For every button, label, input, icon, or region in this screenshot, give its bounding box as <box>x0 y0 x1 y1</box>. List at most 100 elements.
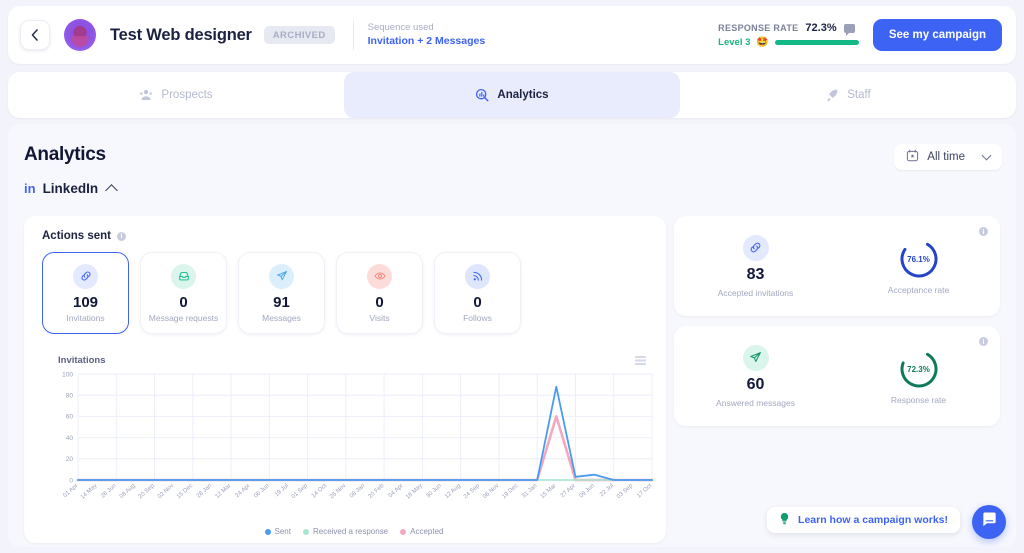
answered-messages-metric: 60 Answered messages <box>674 344 837 408</box>
tile-message-requests-label: Message requests <box>148 312 219 323</box>
legend-item[interactable]: Accepted <box>400 527 443 536</box>
legend-label: Sent <box>274 527 291 536</box>
chevron-left-icon <box>30 29 40 41</box>
response-rate-metric: 72.3% Response rate <box>837 347 1000 405</box>
linkedin-label: LinkedIn <box>42 181 99 196</box>
date-range-filter[interactable]: All time <box>894 144 1002 170</box>
tile-visits[interactable]: 0 Visits <box>336 252 423 334</box>
chart-series-accepted <box>76 415 654 482</box>
actions-sent-panel: Actions sent i 109 Invitations 0 Message… <box>24 216 666 543</box>
acceptance-rate-value: 76.1% <box>907 254 930 264</box>
response-rate-block: RESPONSE RATE 72.3% Level 3 🤩 <box>718 22 859 48</box>
tile-follows-value: 0 <box>473 293 482 311</box>
send-icon <box>269 263 294 289</box>
tab-analytics-label: Analytics <box>497 89 549 101</box>
answered-messages-card: i 60 Answered messages 72.3% Response ra… <box>674 326 1000 426</box>
learn-campaign-button[interactable]: Learn how a campaign works! <box>767 507 960 533</box>
tile-invitations-label: Invitations <box>66 312 105 323</box>
chat-launcher-button[interactable] <box>972 505 1006 539</box>
x-axis-tick: 03 Sep <box>616 483 635 501</box>
tab-staff[interactable]: Staff <box>680 72 1016 118</box>
eye-icon <box>367 263 392 289</box>
x-axis-tick: 09 Jun <box>579 483 596 500</box>
tab-prospects[interactable]: Prospects <box>8 72 344 118</box>
info-icon[interactable]: i <box>979 337 988 346</box>
x-axis-tick: 15 Mar <box>540 483 558 500</box>
chart-series-sent <box>77 385 653 481</box>
x-axis-tick: 15 Dec <box>176 483 194 500</box>
accepted-invitations-card: i 83 Accepted invitations 76.1% Acceptan… <box>674 216 1000 316</box>
info-icon[interactable]: i <box>979 227 988 236</box>
linkedin-logo-icon: in <box>24 181 36 196</box>
answered-messages-label: Answered messages <box>716 397 795 408</box>
rss-icon <box>465 263 490 289</box>
x-axis-tick: 06 Nov <box>482 483 500 500</box>
x-axis-tick: 01 Sep <box>291 483 310 501</box>
tile-message-requests-value: 0 <box>179 293 188 311</box>
tab-bar: Prospects Analytics Staff <box>8 72 1016 118</box>
tile-follows[interactable]: 0 Follows <box>434 252 521 334</box>
tab-analytics[interactable]: Analytics <box>344 72 680 118</box>
x-axis-tick: 30 Jun <box>425 483 442 500</box>
header-right-group: RESPONSE RATE 72.3% Level 3 🤩 See my cam… <box>718 19 1002 51</box>
x-axis-tick: 08 Aug <box>119 483 137 500</box>
status-badge-archived: ARCHIVED <box>263 26 335 44</box>
level-progress-bar <box>774 40 859 45</box>
info-icon[interactable]: i <box>117 231 127 241</box>
sequence-used-label: Sequence used <box>367 21 434 33</box>
sequence-used-block: Sequence used Invitation + 2 Messages <box>368 22 486 49</box>
tile-messages[interactable]: 91 Messages <box>238 252 325 334</box>
response-rate-donut: 72.3% <box>897 347 941 391</box>
legend-item[interactable]: Received a response <box>302 527 388 536</box>
acceptance-rate-label: Acceptance rate <box>887 285 950 295</box>
x-axis-tick: 28 Jan <box>196 483 213 500</box>
x-axis-tick: 22 Jul <box>599 483 615 498</box>
x-axis-tick: 18 May <box>405 483 424 501</box>
linkedin-section-toggle[interactable]: in LinkedIn <box>24 181 118 197</box>
tile-messages-label: Messages <box>262 312 301 323</box>
accepted-invitations-metric: 83 Accepted invitations <box>674 234 837 298</box>
x-axis-tick: 01 Apr <box>62 483 79 499</box>
tile-invitations[interactable]: 109 Invitations <box>42 252 129 334</box>
actions-sent-header: Actions sent i <box>24 216 666 242</box>
rocket-icon <box>825 88 839 102</box>
legend-item[interactable]: Sent <box>264 527 291 536</box>
x-axis-tick: 26 Nov <box>329 483 347 500</box>
response-rate-donut-value: 72.3% <box>907 364 930 374</box>
acceptance-rate-donut: 76.1% <box>897 237 941 281</box>
tab-prospects-label: Prospects <box>161 89 213 101</box>
x-axis-tick: 12 Aug <box>444 483 462 500</box>
x-axis-tick: 20 Feb <box>368 483 386 500</box>
accepted-invitations-label: Accepted invitations <box>717 287 794 298</box>
acceptance-rate-metric: 76.1% Acceptance rate <box>837 237 1000 295</box>
chevron-up-icon <box>105 183 118 197</box>
legend-dot <box>400 528 407 535</box>
chart-title: Invitations <box>58 355 106 366</box>
x-axis-tick: 26 Jun <box>100 483 117 500</box>
y-axis-tick: 60 <box>66 414 74 421</box>
lightbulb-icon <box>779 512 790 528</box>
speech-bubble-icon <box>843 23 855 36</box>
x-axis-tick: 27 Apr <box>560 483 577 499</box>
x-axis-tick: 02 Nov <box>157 483 175 500</box>
x-axis-tick: 17 Oct <box>636 483 653 500</box>
y-axis-tick: 100 <box>62 371 73 378</box>
y-axis-tick: 0 <box>69 477 73 484</box>
back-button[interactable] <box>20 20 50 50</box>
x-axis-tick: 08 Jan <box>349 483 366 500</box>
x-axis-tick: 19 Dec <box>501 483 519 500</box>
header-divider <box>352 20 354 50</box>
x-axis-tick: 20 Sep <box>138 483 157 501</box>
see-my-campaign-button[interactable]: See my campaign <box>872 19 1002 51</box>
learn-campaign-label: Learn how a campaign works! <box>798 514 948 526</box>
tile-message-requests[interactable]: 0 Message requests <box>140 252 227 334</box>
response-rate-value: 72.3% <box>805 22 837 34</box>
response-rate-label: RESPONSE RATE <box>718 23 799 33</box>
level-emoji: 🤩 <box>756 37 769 48</box>
answered-messages-value: 60 <box>746 375 765 393</box>
y-axis-tick: 80 <box>66 393 74 400</box>
people-icon <box>139 88 153 102</box>
chat-bubble-icon <box>981 511 998 533</box>
sequence-used-value[interactable]: Invitation + 2 Messages <box>368 34 486 48</box>
chart-menu-icon[interactable] <box>635 356 646 365</box>
